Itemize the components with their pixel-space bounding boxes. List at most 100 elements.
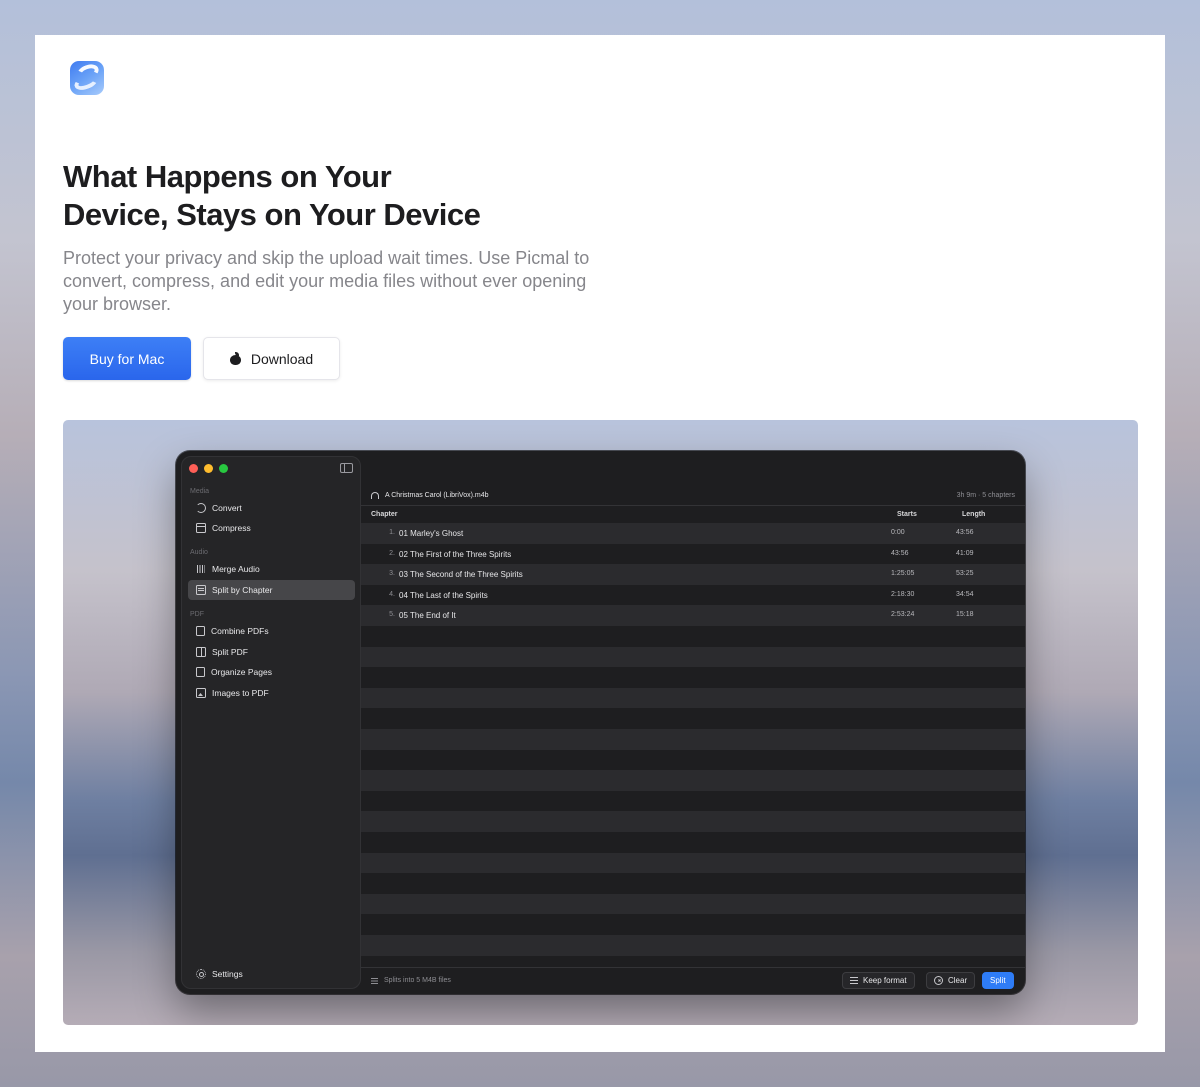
close-window-button[interactable] — [189, 464, 198, 473]
table-row[interactable]: 2. 02 The First of the Three Spirits 43:56… — [361, 543, 1025, 565]
sidebar-item-convert[interactable]: Convert — [188, 498, 355, 518]
chapter-table-body: 1. 01 Marley's Ghost 0:00 43:56 2. 02 The Fir… — [361, 523, 1025, 977]
empty-table-row — [361, 893, 1025, 915]
empty-table-row — [361, 914, 1025, 935]
bottom-toolbar: Splits into 5 M4B files Keep format Clea… — [361, 967, 1025, 994]
chapter-title: 05 The End of It — [399, 611, 456, 621]
sidebar-item-organize-pages[interactable]: Organize Pages — [188, 662, 355, 682]
empty-table-row — [361, 667, 1025, 688]
chapter-start: 43:56 — [891, 549, 909, 557]
column-header-starts[interactable]: Starts — [897, 511, 917, 518]
table-row[interactable]: 4. 04 The Last of the Spirits 2:18:30 34:54 — [361, 584, 1025, 606]
archive-box-icon — [196, 523, 206, 533]
split-page-icon — [196, 647, 206, 657]
sidebar-item-split-by-chapter[interactable]: Split by Chapter — [188, 580, 355, 600]
clear-button[interactable]: Clear — [926, 972, 976, 989]
sidebar-item-settings[interactable]: Settings — [188, 964, 355, 984]
download-button[interactable]: Download — [203, 337, 340, 380]
documents-icon — [196, 626, 205, 636]
hero-title-line1: What Happens on Your — [63, 159, 392, 194]
chapter-start: 2:53:24 — [891, 611, 915, 619]
sidebar-item-images-to-pdf[interactable]: Images to PDF — [188, 683, 355, 703]
empty-table-row — [361, 935, 1025, 956]
sidebar-item-combine-pdfs[interactable]: Combine PDFs — [188, 621, 355, 641]
chapter-start: 0:00 — [891, 529, 905, 536]
sidebar-item-split-pdf[interactable]: Split PDF — [188, 642, 355, 662]
apple-icon — [229, 352, 241, 365]
picmal-logo-icon[interactable] — [70, 61, 104, 95]
chapter-length: 53:25 — [956, 570, 974, 578]
minimize-window-button[interactable] — [204, 464, 213, 473]
chapter-length: 43:56 — [956, 529, 974, 536]
list-icon — [371, 977, 378, 984]
sidebar-item-label: Settings — [212, 969, 243, 979]
chapter-start: 2:18:30 — [891, 590, 915, 598]
row-number: 2. — [389, 549, 395, 557]
photo-icon — [196, 688, 206, 698]
table-row[interactable]: 5. 05 The End of It 2:53:24 15:18 — [361, 605, 1025, 626]
buy-for-mac-button[interactable]: Buy for Mac — [63, 337, 191, 380]
table-row[interactable]: 1. 01 Marley's Ghost 0:00 43:56 — [361, 523, 1025, 544]
hero-subtitle: Protect your privacy and skip the upload… — [63, 248, 590, 314]
empty-table-row — [361, 687, 1025, 709]
sidebar-toggle-icon[interactable] — [340, 463, 353, 473]
column-header-length[interactable]: Length — [962, 511, 985, 518]
chapter-start: 1:25:05 — [891, 570, 915, 578]
headphones-icon — [371, 491, 379, 499]
file-name: A Christmas Carol (LibriVox).m4b — [385, 491, 489, 499]
split-button[interactable]: Split — [982, 972, 1014, 989]
download-label: Download — [250, 350, 314, 367]
sidebar-item-label: Combine PDFs — [211, 626, 269, 636]
sidebar-item-compress[interactable]: Compress — [188, 518, 355, 538]
chapter-length: 41:09 — [956, 549, 974, 557]
chapter-length: 15:18 — [956, 611, 974, 619]
split-summary: Splits into 5 M4B files — [371, 977, 451, 984]
sidebar-item-label: Organize Pages — [211, 667, 272, 677]
keep-format-button[interactable]: Keep format — [842, 972, 915, 989]
app-window: Media Convert Compress Audio Merge Audio… — [176, 451, 1025, 994]
empty-table-row — [361, 811, 1025, 832]
waveform-icon — [196, 564, 206, 574]
file-meta: 3h 9m · 5 chapters — [956, 491, 1015, 499]
sidebar-item-label: Compress — [212, 523, 251, 533]
gear-icon — [196, 969, 206, 979]
sidebar-item-merge-audio[interactable]: Merge Audio — [188, 559, 355, 579]
section-media: Media — [190, 488, 210, 495]
empty-table-row — [361, 832, 1025, 853]
clear-label: Clear — [948, 976, 968, 985]
hero-title: What Happens on Your Device, Stays on Yo… — [63, 158, 583, 234]
empty-table-row — [361, 708, 1025, 729]
sidebar-item-label: Split PDF — [212, 647, 248, 657]
convert-icon — [196, 503, 206, 513]
split-label: Split — [990, 976, 1006, 985]
column-header-chapter[interactable]: Chapter — [371, 511, 397, 518]
row-number: 3. — [389, 570, 395, 578]
hero-title-line2: Device, Stays on Your Device — [63, 197, 481, 232]
zoom-window-button[interactable] — [219, 464, 228, 473]
buy-for-mac-label: Buy for Mac — [89, 350, 165, 367]
window-controls — [189, 464, 228, 473]
chapter-length: 34:54 — [956, 590, 974, 598]
main-panel: A Christmas Carol (LibriVox).m4b 3h 9m ·… — [361, 451, 1025, 994]
empty-table-row — [361, 852, 1025, 874]
empty-table-row — [361, 749, 1025, 771]
empty-table-row — [361, 873, 1025, 894]
row-number: 1. — [389, 529, 395, 536]
clear-circle-icon — [934, 976, 943, 985]
hero-card: What Happens on Your Device, Stays on Yo… — [35, 35, 1165, 1052]
app-screenshot-stage: Media Convert Compress Audio Merge Audio… — [63, 420, 1138, 1025]
sidebar-item-label: Convert — [212, 503, 242, 513]
sliders-icon — [850, 977, 858, 984]
keep-format-label: Keep format — [863, 976, 907, 985]
empty-table-row — [361, 729, 1025, 750]
row-number: 5. — [389, 611, 395, 619]
row-number: 4. — [389, 590, 395, 598]
chapter-title: 03 The Second of the Three Spirits — [399, 570, 523, 580]
sidebar-item-label: Merge Audio — [212, 564, 260, 574]
section-audio: Audio — [190, 549, 208, 556]
chapter-title: 02 The First of the Three Spirits — [399, 549, 512, 559]
clipboard-icon — [196, 667, 205, 677]
sidebar: Media Convert Compress Audio Merge Audio… — [181, 456, 361, 989]
table-row[interactable]: 3. 03 The Second of the Three Spirits 1:25… — [361, 564, 1025, 585]
empty-table-row — [361, 646, 1025, 668]
